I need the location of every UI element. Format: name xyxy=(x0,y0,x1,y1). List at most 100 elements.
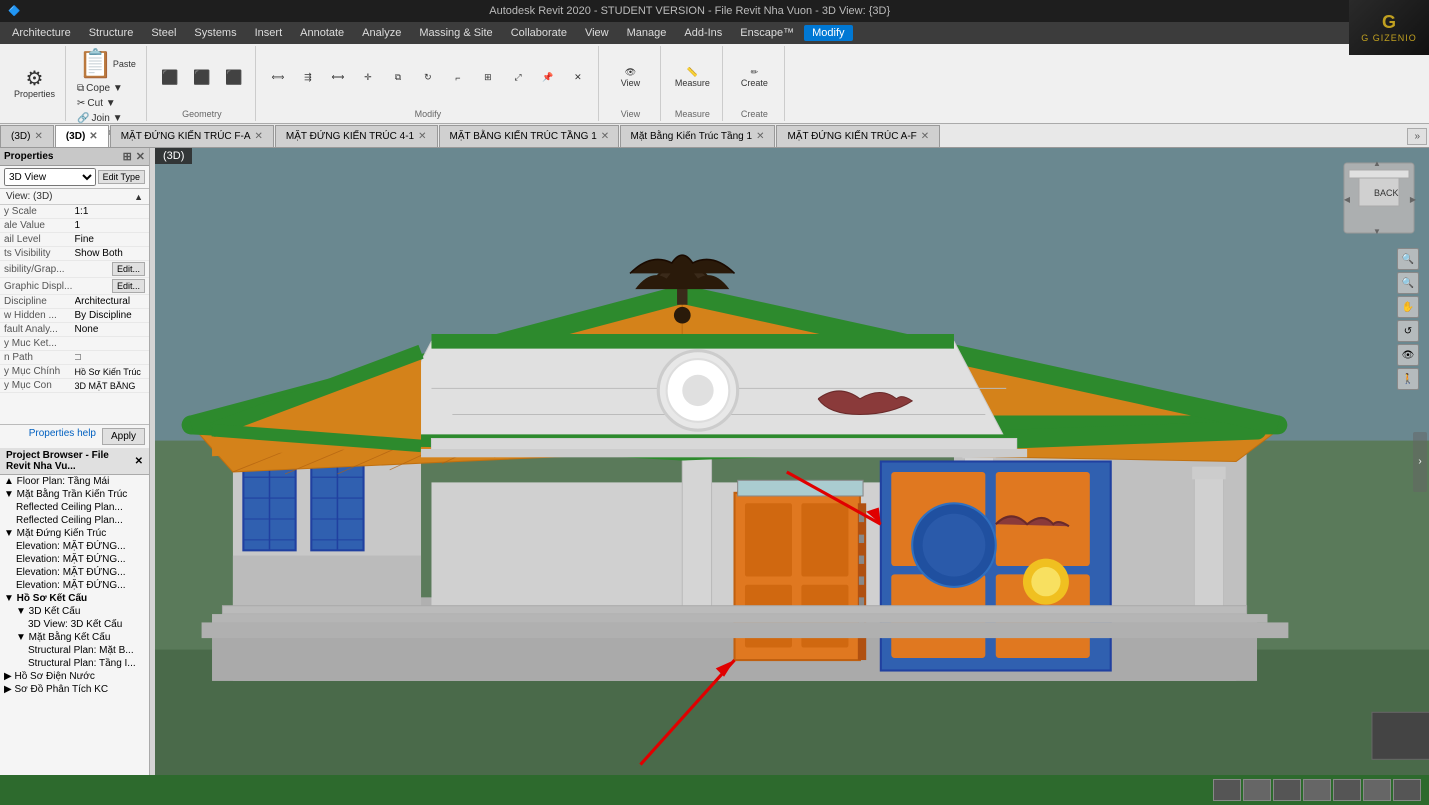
tab-3d-2-close[interactable]: ✕ xyxy=(89,131,97,142)
nav-walk[interactable]: 🚶 xyxy=(1397,368,1419,390)
view-icon: 👁 xyxy=(625,67,636,78)
ribbon-btn-join[interactable]: 🔗 Join ▼ xyxy=(74,112,140,125)
prop-row-path: n Path □ xyxy=(0,351,149,365)
edit-type-button[interactable]: Edit Type xyxy=(98,170,145,184)
tab-mat-dung-41-close[interactable]: ✕ xyxy=(418,131,426,142)
tree-floor-plan[interactable]: ▲ Floor Plan: Tầng Mái xyxy=(0,475,149,488)
prop-edit-graphic-disp[interactable]: Edit... xyxy=(112,279,145,293)
ribbon-btn-trim[interactable]: ⌐ xyxy=(444,71,472,85)
tab-overflow-btn[interactable]: » xyxy=(1407,128,1427,145)
menu-annotate[interactable]: Annotate xyxy=(292,25,352,41)
ribbon-btn-split-face[interactable]: ⬛ xyxy=(219,67,249,88)
menu-view[interactable]: View xyxy=(577,25,617,41)
viewport[interactable]: (3D) BACK ▲ ▼ ◀ ▶ xyxy=(155,148,1429,775)
tab-mat-bang-t1[interactable]: Mặt Bằng Kiến Trúc Tầng 1 ✕ xyxy=(620,125,776,147)
tree-mat-bang-tran[interactable]: ▼ Mặt Bằng Trần Kiến Trúc xyxy=(0,488,149,501)
ribbon-btn-mirror-pick-axis[interactable]: ⟷ xyxy=(324,70,352,85)
prop-edit-vis-graph[interactable]: Edit... xyxy=(112,262,145,276)
tab-mat-dung-af[interactable]: MẶT ĐỨNG KIẾN TRÚC A-F ✕ xyxy=(776,125,940,147)
tree-elev-4[interactable]: Elevation: MẶT ĐỨNG... xyxy=(0,579,149,592)
tab-3d-1[interactable]: (3D) ✕ xyxy=(0,125,54,147)
viewport-view-label[interactable]: (3D) xyxy=(155,148,192,164)
tab-mat-bang-t1-caps-close[interactable]: ✕ xyxy=(601,131,609,142)
browser-close[interactable]: ✕ xyxy=(135,456,143,467)
tree-struct-plan-2[interactable]: Structural Plan: Tầng I... xyxy=(0,657,149,670)
nav-zoom-out[interactable]: 🔍 xyxy=(1397,272,1419,294)
properties-help-link[interactable]: Properties help xyxy=(29,428,96,445)
tree-reflected-2[interactable]: Reflected Ceiling Plan... xyxy=(0,514,149,527)
ribbon-btn-scale[interactable]: ⤢ xyxy=(504,70,532,85)
tree-struct-plan-1[interactable]: Structural Plan: Mặt B... xyxy=(0,644,149,657)
tab-mat-bang-t1-close[interactable]: ✕ xyxy=(756,131,764,142)
tab-3d-2[interactable]: (3D) ✕ xyxy=(55,125,109,147)
menu-systems[interactable]: Systems xyxy=(186,25,244,41)
viewcube[interactable]: BACK ▲ ▼ ◀ ▶ xyxy=(1339,158,1419,238)
menu-manage[interactable]: Manage xyxy=(619,25,675,41)
ribbon-btn-delete[interactable]: ✕ xyxy=(564,70,592,85)
menu-addins[interactable]: Add-Ins xyxy=(676,25,730,41)
thumbnail-6[interactable] xyxy=(1363,779,1391,801)
ribbon-btn-align[interactable]: ⟺ xyxy=(264,70,292,85)
tree-elev-3[interactable]: Elevation: MẶT ĐỨNG... xyxy=(0,566,149,579)
type-selector-dropdown[interactable]: 3D View xyxy=(4,168,96,186)
ribbon-btn-paste[interactable]: 📋 Paste xyxy=(74,48,140,80)
thumbnail-7[interactable] xyxy=(1393,779,1421,801)
ribbon-btn-create[interactable]: ✏ Create xyxy=(736,65,772,90)
tree-elev-2[interactable]: Elevation: MẶT ĐỨNG... xyxy=(0,553,149,566)
tab-mat-bang-t1-caps[interactable]: MẶT BẰNG KIẾN TRÚC TẦNG 1 ✕ xyxy=(439,125,619,147)
menu-insert[interactable]: Insert xyxy=(247,25,291,41)
tree-mat-dung[interactable]: ▼ Mặt Đứng Kiến Trúc xyxy=(0,527,149,540)
properties-panel-resize[interactable]: ⊞ xyxy=(123,150,132,163)
ribbon-btn-cut[interactable]: ✂ Cut ▼ xyxy=(74,97,140,110)
tree-ho-so-dien-nuoc[interactable]: ▶ Hồ Sơ Điện Nước xyxy=(0,670,149,683)
ribbon-btn-pin[interactable]: 📌 xyxy=(534,70,562,85)
tab-mat-dung-fa-close[interactable]: ✕ xyxy=(255,131,263,142)
ribbon-btn-cut-label: Cut ▼ xyxy=(87,98,115,109)
properties-panel-close[interactable]: ✕ xyxy=(136,150,145,163)
ribbon-btn-properties[interactable]: ⚙ Properties xyxy=(10,67,59,101)
menu-architecture[interactable]: Architecture xyxy=(4,25,79,41)
ribbon-btn-rotate[interactable]: ↻ xyxy=(414,70,442,85)
ribbon-btn-copy[interactable]: ⧉ xyxy=(384,70,412,85)
thumbnail-2[interactable] xyxy=(1243,779,1271,801)
tab-mat-dung-fa[interactable]: MẶT ĐỨNG KIẾN TRÚC F-A ✕ xyxy=(110,125,274,147)
ribbon-btn-cope[interactable]: ⧉ Cope ▼ xyxy=(74,82,140,95)
nav-orbit[interactable]: ↺ xyxy=(1397,320,1419,342)
viewport-scroll-right[interactable]: › xyxy=(1413,432,1427,492)
ribbon-group-clipboard: 📋 Paste ⧉ Cope ▼ ✂ Cut ▼ 🔗 Join ▼ Clipbo… xyxy=(68,46,147,121)
prop-scroll-up[interactable]: ▲ xyxy=(134,192,143,202)
ribbon-btn-measure[interactable]: 📏 Measure xyxy=(671,65,714,90)
tree-reflected-1[interactable]: Reflected Ceiling Plan... xyxy=(0,501,149,514)
ribbon-btn-move[interactable]: ✛ xyxy=(354,70,382,85)
nav-pan[interactable]: ✋ xyxy=(1397,296,1419,318)
tree-mat-bang-ket-cau[interactable]: ▼ Mặt Bằng Kết Cấu xyxy=(0,631,149,644)
apply-button[interactable]: Apply xyxy=(102,428,145,445)
tree-elev-1[interactable]: Elevation: MẶT ĐỨNG... xyxy=(0,540,149,553)
tree-3d-view-ket-cau[interactable]: 3D View: 3D Kết Cấu xyxy=(0,618,149,631)
nav-zoom-in[interactable]: 🔍 xyxy=(1397,248,1419,270)
tree-3d-ket-cau[interactable]: ▼ 3D Kết Cấu xyxy=(0,605,149,618)
thumbnail-4[interactable] xyxy=(1303,779,1331,801)
tab-mat-dung-af-close[interactable]: ✕ xyxy=(921,131,929,142)
tree-so-do-phan-tich[interactable]: ▶ Sơ Đồ Phân Tích KC xyxy=(0,683,149,696)
menu-enscape[interactable]: Enscape™ xyxy=(732,25,802,41)
thumbnail-3[interactable] xyxy=(1273,779,1301,801)
menu-structure[interactable]: Structure xyxy=(81,25,142,41)
tab-mat-dung-41[interactable]: MẶT ĐỨNG KIẾN TRÚC 4-1 ✕ xyxy=(275,125,438,147)
menu-modify[interactable]: Modify xyxy=(804,25,852,41)
menu-massing[interactable]: Massing & Site xyxy=(411,25,500,41)
prop-value-scale: 1:1 xyxy=(75,206,146,217)
ribbon-btn-array[interactable]: ⊞ xyxy=(474,70,502,85)
ribbon-btn-view[interactable]: 👁 View xyxy=(612,65,648,90)
ribbon-btn-join-geo[interactable]: ⬛ xyxy=(187,67,217,88)
tab-3d-1-close[interactable]: ✕ xyxy=(34,131,42,142)
thumbnail-1[interactable] xyxy=(1213,779,1241,801)
menu-steel[interactable]: Steel xyxy=(143,25,184,41)
thumbnail-5[interactable] xyxy=(1333,779,1361,801)
menu-collaborate[interactable]: Collaborate xyxy=(503,25,575,41)
tree-ho-so-ket-cau[interactable]: ▼ Hồ Sơ Kết Cấu xyxy=(0,592,149,605)
nav-look[interactable]: 👁 xyxy=(1397,344,1419,366)
ribbon-btn-offset[interactable]: ⇶ xyxy=(294,70,322,85)
ribbon-btn-cut-geo[interactable]: ⬛ xyxy=(155,67,185,88)
menu-analyze[interactable]: Analyze xyxy=(354,25,409,41)
